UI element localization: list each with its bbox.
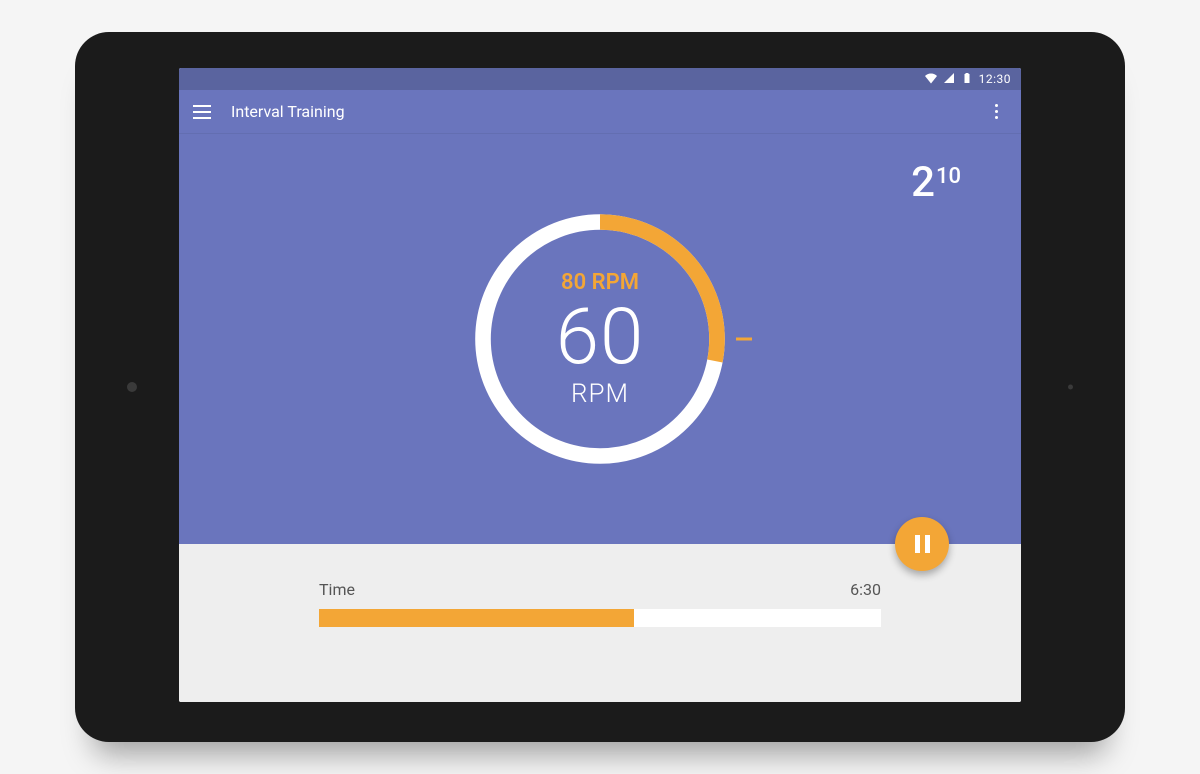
timer-minutes: 2 (911, 162, 935, 204)
time-progress-track (319, 609, 881, 627)
gauge-target-tick (736, 338, 752, 341)
current-rpm-unit: RPM (571, 379, 629, 409)
pause-icon (915, 535, 930, 553)
overflow-icon[interactable] (987, 96, 1007, 127)
app-title: Interval Training (231, 102, 967, 121)
rpm-gauge: 80 RPM 60 RPM (470, 209, 730, 469)
interval-timer: 2 10 (911, 162, 961, 204)
pause-button[interactable] (895, 517, 949, 571)
current-rpm-value: 60 (556, 299, 645, 377)
battery-icon (961, 72, 973, 87)
target-rpm-label: 80 RPM (561, 270, 639, 295)
main-panel: 2 10 80 RPM 60 RPM (179, 134, 1021, 544)
bottom-panel: Time 6:30 (179, 544, 1021, 702)
time-progress-fill (319, 609, 634, 627)
time-progress-row: Time 6:30 (319, 580, 881, 599)
timer-seconds: 10 (936, 166, 961, 188)
time-value: 6:30 (850, 580, 881, 599)
app-bar: Interval Training (179, 90, 1021, 134)
menu-icon[interactable] (193, 105, 211, 119)
signal-icon (943, 72, 955, 87)
time-label: Time (319, 580, 355, 599)
wifi-icon (925, 72, 937, 87)
tablet-frame: 12:30 Interval Training 2 10 (75, 32, 1125, 742)
status-clock: 12:30 (979, 72, 1011, 86)
screen: 12:30 Interval Training 2 10 (179, 68, 1021, 702)
status-bar: 12:30 (179, 68, 1021, 90)
